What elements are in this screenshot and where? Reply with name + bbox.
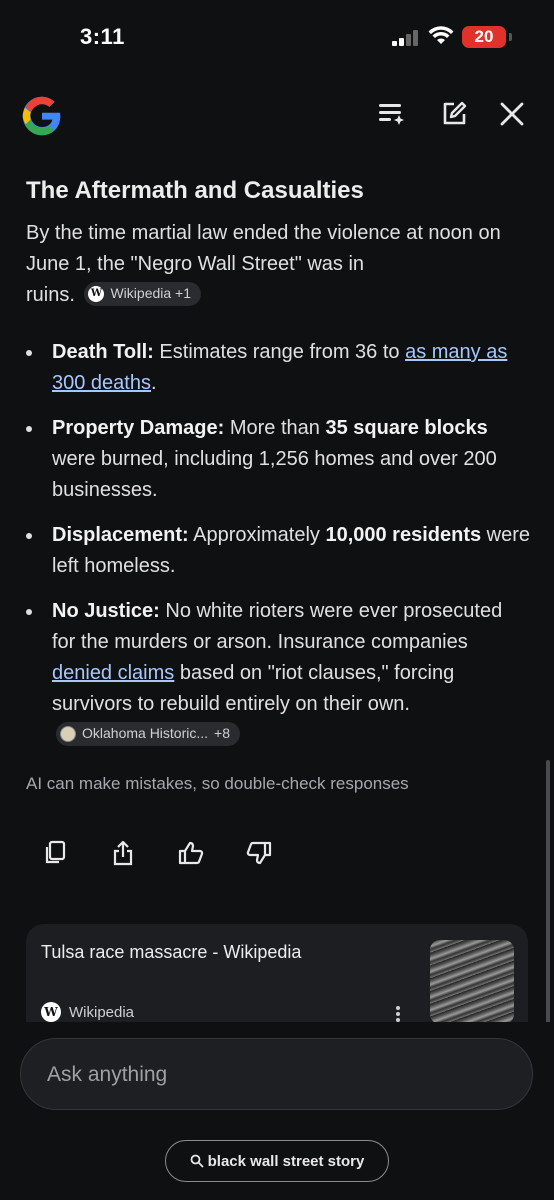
history-icon[interactable] [376, 98, 408, 130]
bullet-label: Death Toll: [52, 341, 154, 363]
link-denied-claims[interactable]: denied claims [52, 662, 174, 684]
citation-chip-label: Oklahoma Historic... [82, 725, 209, 742]
list-item: Property Damage: More than 35 square blo… [26, 413, 530, 506]
response-actions [40, 838, 274, 868]
list-item: Displacement: Approximately 10,000 resid… [26, 520, 530, 582]
disclaimer-text: AI can make mistakes, so double-check re… [26, 774, 409, 793]
bullet-text: . [150, 372, 157, 394]
ai-response: The Aftermath and Casualties By the time… [26, 170, 530, 797]
cellular-signal-icon [392, 30, 418, 46]
citation-chip-oklahoma-historical[interactable]: Oklahoma Historic... +8 [56, 721, 241, 746]
new-chat-icon[interactable] [438, 98, 470, 130]
citation-chip-label: Wikipedia +1 [110, 285, 192, 302]
wifi-icon [428, 26, 454, 44]
battery-indicator: 20 [462, 26, 512, 48]
section-heading: The Aftermath and Casualties [26, 177, 364, 204]
list-item: No Justice: No white rioters were ever p… [26, 596, 530, 751]
status-bar: 3:11 20 [0, 0, 554, 80]
source-card[interactable]: Tulsa race massacre - Wikipedia W Wikipe… [26, 924, 528, 1022]
suggestion-label: black wall street story [207, 1152, 365, 1170]
bullet-emphasis: 35 square blocks [325, 417, 488, 439]
oklahoma-historical-logo-icon [60, 725, 76, 742]
search-icon [190, 1154, 204, 1168]
thumbs-down-icon[interactable] [244, 838, 274, 868]
status-time: 3:11 [80, 24, 125, 49]
bullet-text: More than [224, 417, 326, 439]
intro-text: By the time martial law ended the violen… [26, 222, 501, 244]
bullet-list: Death Toll: Estimates range from 36 to a… [26, 337, 530, 751]
bullet-label: Displacement: [52, 524, 189, 546]
more-options-icon[interactable] [396, 1004, 404, 1022]
suggestion-chip[interactable]: black wall street story [165, 1140, 389, 1182]
bullet-text: were burned, including 1,256 homes and o… [52, 448, 497, 501]
bullet-text: Approximately [188, 524, 326, 546]
citation-chip-wikipedia[interactable]: W Wikipedia +1 [84, 281, 202, 306]
ask-input-container[interactable] [20, 1038, 533, 1110]
source-card-source: W Wikipedia [41, 1002, 134, 1022]
bullet-emphasis: 10,000 residents [325, 524, 482, 546]
bullet-text: Estimates range from 36 to [153, 341, 406, 363]
wikipedia-logo-icon: W [88, 285, 105, 302]
copy-icon[interactable] [40, 838, 70, 868]
citation-chip-count: +8 [214, 725, 231, 742]
intro-text: ruins. [26, 284, 75, 306]
close-icon[interactable] [496, 98, 528, 130]
wikipedia-logo-icon: W [41, 1002, 61, 1022]
google-logo-icon[interactable] [20, 94, 64, 138]
scrollbar[interactable] [546, 760, 550, 1028]
ask-input[interactable] [47, 1059, 487, 1091]
list-item: Death Toll: Estimates range from 36 to a… [26, 337, 530, 399]
intro-text: June 1, the "Negro Wall Street" was in [26, 253, 365, 275]
source-card-title: Tulsa race massacre - Wikipedia [41, 942, 302, 962]
share-icon[interactable] [108, 838, 138, 868]
thumbs-up-icon[interactable] [176, 838, 206, 868]
source-thumbnail [430, 940, 514, 1022]
intro-paragraph: By the time martial law ended the violen… [26, 218, 530, 311]
source-name: Wikipedia [69, 1003, 135, 1021]
bullet-label: Property Damage: [52, 417, 225, 439]
bullet-label: No Justice: [52, 600, 160, 622]
